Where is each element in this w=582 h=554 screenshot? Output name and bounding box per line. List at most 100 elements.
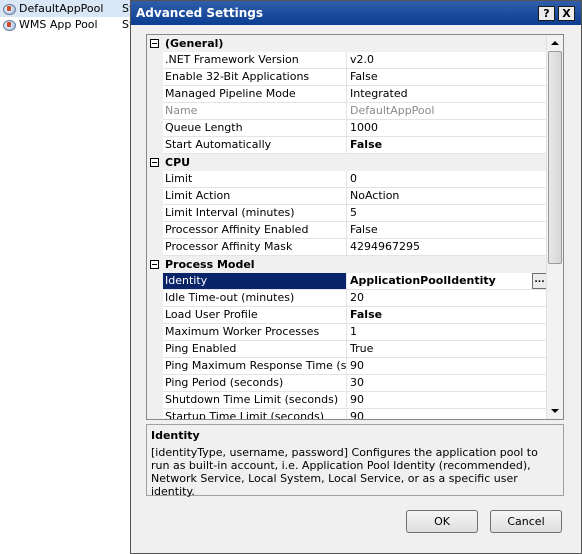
property-row[interactable]: Shutdown Time Limit (seconds) 90: [147, 392, 547, 409]
property-row-selected[interactable]: Identity ApplicationPoolIdentity ...: [147, 273, 547, 290]
property-row[interactable]: .NET Framework Version v2.0: [147, 52, 547, 69]
property-row[interactable]: Ping Period (seconds) 30: [147, 375, 547, 392]
property-value[interactable]: False: [347, 222, 547, 238]
property-row[interactable]: Load User Profile False: [147, 307, 547, 324]
property-name: Identity: [163, 273, 347, 289]
property-grid-scrollbar[interactable]: [546, 35, 563, 419]
property-value[interactable]: 4294967295: [347, 239, 547, 255]
property-row[interactable]: Enable 32-Bit Applications False: [147, 69, 547, 86]
property-row[interactable]: Queue Length 1000: [147, 120, 547, 137]
row-gutter: [147, 375, 163, 392]
property-row[interactable]: Ping Maximum Response Time (seconds) 90: [147, 358, 547, 375]
scrollbar-thumb[interactable]: [548, 51, 562, 264]
property-name: Ping Maximum Response Time (seconds): [165, 358, 347, 374]
property-row[interactable]: Processor Affinity Enabled False: [147, 222, 547, 239]
property-row[interactable]: Maximum Worker Processes 1: [147, 324, 547, 341]
dialog-titlebar[interactable]: Advanced Settings ? X: [131, 1, 581, 25]
property-row[interactable]: Managed Pipeline Mode Integrated: [147, 86, 547, 103]
property-row[interactable]: Startup Time Limit (seconds) 90: [147, 409, 547, 419]
cancel-button[interactable]: Cancel: [490, 510, 562, 533]
property-value[interactable]: Integrated: [347, 86, 547, 102]
property-value[interactable]: False: [347, 137, 547, 153]
property-name: Limit Interval (minutes): [163, 205, 347, 221]
row-gutter: [147, 222, 163, 239]
collapse-icon[interactable]: [150, 158, 159, 167]
property-row[interactable]: Ping Enabled True: [147, 341, 547, 358]
property-row[interactable]: Processor Affinity Mask 4294967295: [147, 239, 547, 256]
property-value[interactable]: 1: [347, 324, 547, 340]
row-gutter: [147, 205, 163, 222]
row-gutter: [147, 120, 163, 137]
close-button[interactable]: X: [558, 5, 575, 21]
collapse-icon[interactable]: [150, 260, 159, 269]
property-value[interactable]: 90: [347, 358, 547, 374]
property-name: Shutdown Time Limit (seconds): [163, 392, 347, 408]
property-value[interactable]: 5: [347, 205, 547, 221]
property-value[interactable]: False: [347, 307, 547, 323]
help-button[interactable]: ?: [538, 5, 555, 21]
category-process-model[interactable]: Process Model: [147, 256, 547, 273]
property-row[interactable]: Limit Interval (minutes) 5: [147, 205, 547, 222]
scroll-down-button[interactable]: [547, 403, 563, 419]
row-gutter: [147, 273, 163, 290]
row-gutter: [147, 52, 163, 69]
property-value[interactable]: ApplicationPoolIdentity ...: [347, 273, 547, 289]
property-row[interactable]: Limit 0: [147, 171, 547, 188]
property-name: Name: [163, 103, 347, 119]
property-name: Processor Affinity Enabled: [163, 222, 347, 238]
row-gutter: [147, 324, 163, 341]
property-name: Startup Time Limit (seconds): [163, 409, 347, 419]
property-name: Idle Time-out (minutes): [163, 290, 347, 306]
category-cpu[interactable]: CPU: [147, 154, 547, 171]
app-pool-name: DefaultAppPool: [19, 2, 104, 15]
row-gutter: [147, 392, 163, 409]
description-text: [identityType, username, password] Confi…: [151, 446, 538, 498]
property-value[interactable]: 30: [347, 375, 547, 391]
row-gutter: [147, 409, 163, 419]
property-name: Limit: [163, 171, 347, 187]
ok-button[interactable]: OK: [406, 510, 478, 533]
property-value[interactable]: NoAction: [347, 188, 547, 204]
property-value-text: ApplicationPoolIdentity: [350, 274, 496, 287]
property-value: DefaultAppPool: [350, 104, 435, 117]
app-pool-list: DefaultAppPool St WMS App Pool St: [0, 0, 134, 554]
property-row[interactable]: Start Automatically False: [147, 137, 547, 154]
app-pool-row-default[interactable]: DefaultAppPool St: [0, 0, 134, 17]
property-value[interactable]: 20: [347, 290, 547, 306]
scroll-up-button[interactable]: [547, 35, 563, 51]
property-name: Ping Enabled: [163, 341, 347, 357]
row-gutter: [147, 86, 163, 103]
property-row[interactable]: Limit Action NoAction: [147, 188, 547, 205]
row-gutter: [147, 188, 163, 205]
description-title: Identity: [151, 429, 200, 442]
property-name: Managed Pipeline Mode: [163, 86, 347, 102]
app-pool-name: WMS App Pool: [19, 18, 98, 31]
row-gutter: [147, 103, 163, 120]
property-name: Start Automatically: [163, 137, 347, 153]
category-label: CPU: [165, 156, 191, 169]
dialog-title: Advanced Settings: [136, 6, 264, 20]
ellipsis-button[interactable]: ...: [532, 273, 547, 289]
app-pool-row-wms[interactable]: WMS App Pool St: [0, 16, 134, 33]
property-value[interactable]: 90: [347, 392, 547, 408]
property-value[interactable]: v2.0: [347, 52, 547, 68]
row-gutter: [147, 239, 163, 256]
property-value[interactable]: 1000: [347, 120, 547, 136]
arrow-down-icon: [551, 409, 559, 413]
property-value[interactable]: 0: [347, 171, 547, 187]
property-value[interactable]: False: [347, 69, 547, 85]
property-value[interactable]: True: [347, 341, 547, 357]
category-label: Process Model: [165, 258, 255, 271]
row-gutter: [147, 358, 163, 375]
property-value[interactable]: 90: [347, 409, 547, 419]
property-name: Queue Length: [163, 120, 347, 136]
category-general[interactable]: (General): [147, 35, 547, 52]
row-gutter: [147, 290, 163, 307]
property-name: Ping Period (seconds): [163, 375, 347, 391]
arrow-up-icon: [551, 41, 559, 45]
category-label: (General): [165, 37, 224, 50]
property-row[interactable]: Idle Time-out (minutes) 20: [147, 290, 547, 307]
row-gutter: [147, 69, 163, 86]
collapse-icon[interactable]: [150, 39, 159, 48]
property-row: Name DefaultAppPool: [147, 103, 547, 120]
